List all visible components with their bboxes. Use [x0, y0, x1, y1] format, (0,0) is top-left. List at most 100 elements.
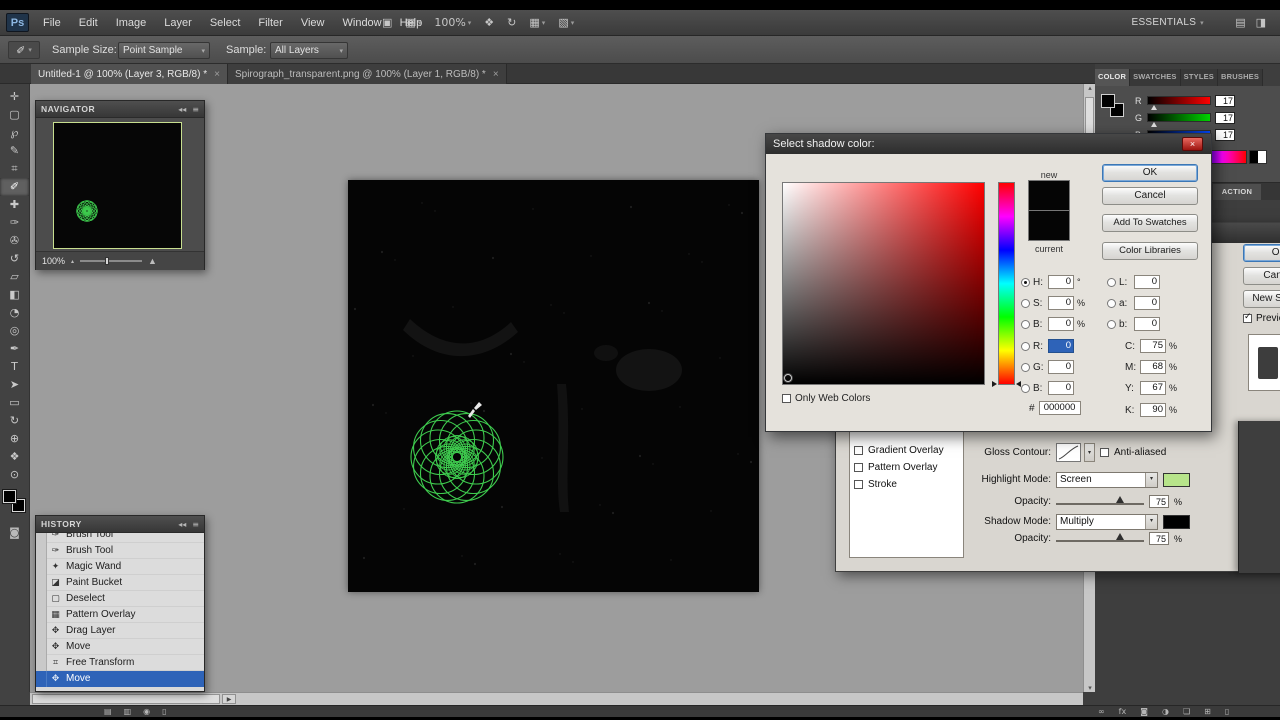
slider-thumb[interactable] — [104, 257, 109, 265]
menu-item-layer[interactable]: Layer — [155, 17, 201, 29]
zoom-out-icon[interactable]: ▴ — [71, 258, 74, 265]
pen-tool[interactable]: ✒ — [0, 340, 29, 358]
panel-tab-swatches[interactable]: SWATCHES — [1130, 69, 1181, 86]
type-tool[interactable]: T — [0, 358, 29, 376]
zoom-tool[interactable]: ⊙ — [0, 466, 29, 484]
saturation-brightness-field[interactable] — [782, 182, 985, 385]
menu-item-file[interactable]: File — [34, 17, 70, 29]
field-input[interactable]: 67 — [1140, 381, 1166, 395]
navigator-thumbnail[interactable] — [53, 122, 182, 249]
sample-size-dropdown[interactable]: Point Sample ▾ — [118, 42, 210, 59]
radio-button[interactable] — [1107, 298, 1116, 308]
history-item[interactable]: ▢ Deselect — [36, 590, 204, 607]
radio-button[interactable] — [1021, 383, 1030, 393]
history-source-toggle[interactable] — [36, 622, 47, 639]
brush-tool[interactable]: ✑ — [0, 214, 29, 232]
horizontal-scrollbar[interactable]: ▶ — [30, 692, 1083, 705]
menu-item-view[interactable]: View — [292, 17, 334, 29]
layer-style-icon[interactable]: fx — [1119, 706, 1127, 717]
move-tool[interactable]: ✛ — [0, 88, 29, 106]
layer-mask-icon[interactable]: ◙ — [1140, 706, 1148, 717]
dodge-tool[interactable]: ◎ — [0, 322, 29, 340]
menu-item-select[interactable]: Select — [201, 17, 250, 29]
tool-preset-picker[interactable]: ✐ ▾ — [8, 41, 40, 59]
checkbox[interactable] — [854, 480, 863, 489]
field-input[interactable]: 0 — [1048, 339, 1074, 353]
history-item[interactable]: ✥ Drag Layer — [36, 622, 204, 639]
black-white-ramp-swatch[interactable] — [1249, 150, 1267, 164]
history-item[interactable]: ✥ Move — [36, 638, 204, 655]
preview-checkbox[interactable]: ✓ — [1243, 311, 1252, 323]
chevron-down-icon[interactable]: ▾ — [1084, 443, 1095, 462]
history-source-toggle[interactable] — [36, 606, 47, 623]
channel-value[interactable]: 17 — [1215, 128, 1235, 141]
ok-button[interactable]: OK — [1102, 164, 1198, 182]
hand-tool[interactable]: ❖ — [0, 448, 29, 466]
panel-tab-styles[interactable]: STYLES — [1180, 69, 1219, 86]
sample-dropdown[interactable]: All Layers ▾ — [270, 42, 348, 59]
opacity-slider[interactable] — [1056, 495, 1144, 509]
history-item[interactable]: ✑ Brush Tool — [36, 542, 204, 559]
radio-button[interactable] — [1021, 362, 1030, 372]
color-field-marker[interactable] — [784, 374, 792, 382]
opacity-value[interactable]: 75 — [1149, 532, 1169, 545]
opacity-slider[interactable] — [1056, 532, 1144, 546]
eraser-tool[interactable]: ▱ — [0, 268, 29, 286]
hand-tool-icon[interactable]: ❖ — [484, 16, 494, 29]
menu-item-image[interactable]: Image — [107, 17, 156, 29]
quick-mask-icon[interactable]: ◙ — [0, 526, 29, 539]
history-header[interactable]: HISTORY ◂◂ ≡ — [36, 516, 204, 533]
document-tab[interactable]: Untitled-1 @ 100% (Layer 3, RGB/8) * × — [31, 64, 228, 84]
slider-thumb[interactable] — [1115, 495, 1124, 503]
shadow-color-swatch[interactable] — [1163, 514, 1190, 529]
quick-selection-tool[interactable]: ✎ — [0, 142, 29, 160]
gloss-contour-thumbnail[interactable] — [1056, 443, 1081, 462]
field-input[interactable]: 0 — [1048, 296, 1074, 310]
radio-button[interactable] — [1107, 277, 1116, 287]
field-input[interactable]: 0 — [1134, 296, 1160, 310]
new-style-button[interactable]: New Style... — [1243, 290, 1280, 308]
collapse-icon[interactable]: ◂◂ — [178, 520, 186, 529]
orbit-3d-tool[interactable]: ⊕ — [0, 430, 29, 448]
clone-stamp-tool[interactable]: ✇ — [0, 232, 29, 250]
field-input[interactable]: 0 — [1048, 360, 1074, 374]
hex-input[interactable]: 000000 — [1038, 401, 1081, 415]
eyedropper-tool[interactable]: ✐ — [0, 178, 29, 196]
collapse-icon[interactable]: ◂◂ — [178, 105, 186, 114]
radio-button[interactable] — [1021, 341, 1030, 351]
style-list-item[interactable]: Stroke — [850, 476, 963, 493]
delete-icon[interactable]: ▯ — [162, 706, 166, 717]
history-item[interactable]: ◪ Paint Bucket — [36, 574, 204, 591]
opacity-value[interactable]: 75 — [1149, 495, 1169, 508]
link-layers-icon[interactable]: ∞ — [1098, 706, 1105, 717]
shape-tool[interactable]: ▭ — [0, 394, 29, 412]
history-item[interactable]: ✦ Magic Wand — [36, 558, 204, 575]
adjustment-layer-icon[interactable]: ◑ — [1162, 706, 1169, 717]
foreground-color-swatch[interactable] — [1101, 94, 1115, 108]
slider-thumb[interactable] — [1151, 105, 1158, 110]
history-source-toggle[interactable] — [36, 574, 47, 591]
checkbox[interactable] — [854, 463, 863, 472]
style-list-item[interactable]: Pattern Overlay — [850, 459, 963, 476]
close-icon[interactable]: × — [214, 69, 220, 80]
menu-item-filter[interactable]: Filter — [249, 17, 291, 29]
panels-icon[interactable]: ◨ — [1256, 16, 1266, 29]
layer-group-icon[interactable]: ❏ — [1183, 706, 1190, 717]
history-source-toggle[interactable] — [36, 654, 47, 671]
document-tab[interactable]: Spirograph_transparent.png @ 100% (Layer… — [227, 64, 507, 84]
highlight-mode-dropdown[interactable]: Screen ▾ — [1056, 471, 1158, 488]
document-canvas[interactable] — [348, 180, 759, 592]
style-list-item[interactable]: Gradient Overlay — [850, 442, 963, 459]
cancel-button[interactable]: Cancel — [1102, 187, 1198, 205]
history-brush-tool[interactable]: ↺ — [0, 250, 29, 268]
field-input[interactable]: 0 — [1134, 275, 1160, 289]
screen-mode-icon[interactable]: ▧ ▾ — [558, 16, 574, 29]
arrange-documents-icon[interactable]: ▦ ▾ — [529, 16, 545, 29]
scroll-right-icon[interactable]: ▶ — [222, 694, 236, 704]
only-web-colors-checkbox[interactable] — [782, 394, 791, 403]
panel-menu-icon[interactable]: ≡ — [192, 105, 199, 114]
menu-item-edit[interactable]: Edit — [70, 17, 107, 29]
channel-value[interactable]: 17 — [1215, 111, 1235, 124]
slider-thumb[interactable] — [1151, 122, 1158, 127]
horizontal-scroll-thumb[interactable] — [32, 694, 220, 704]
